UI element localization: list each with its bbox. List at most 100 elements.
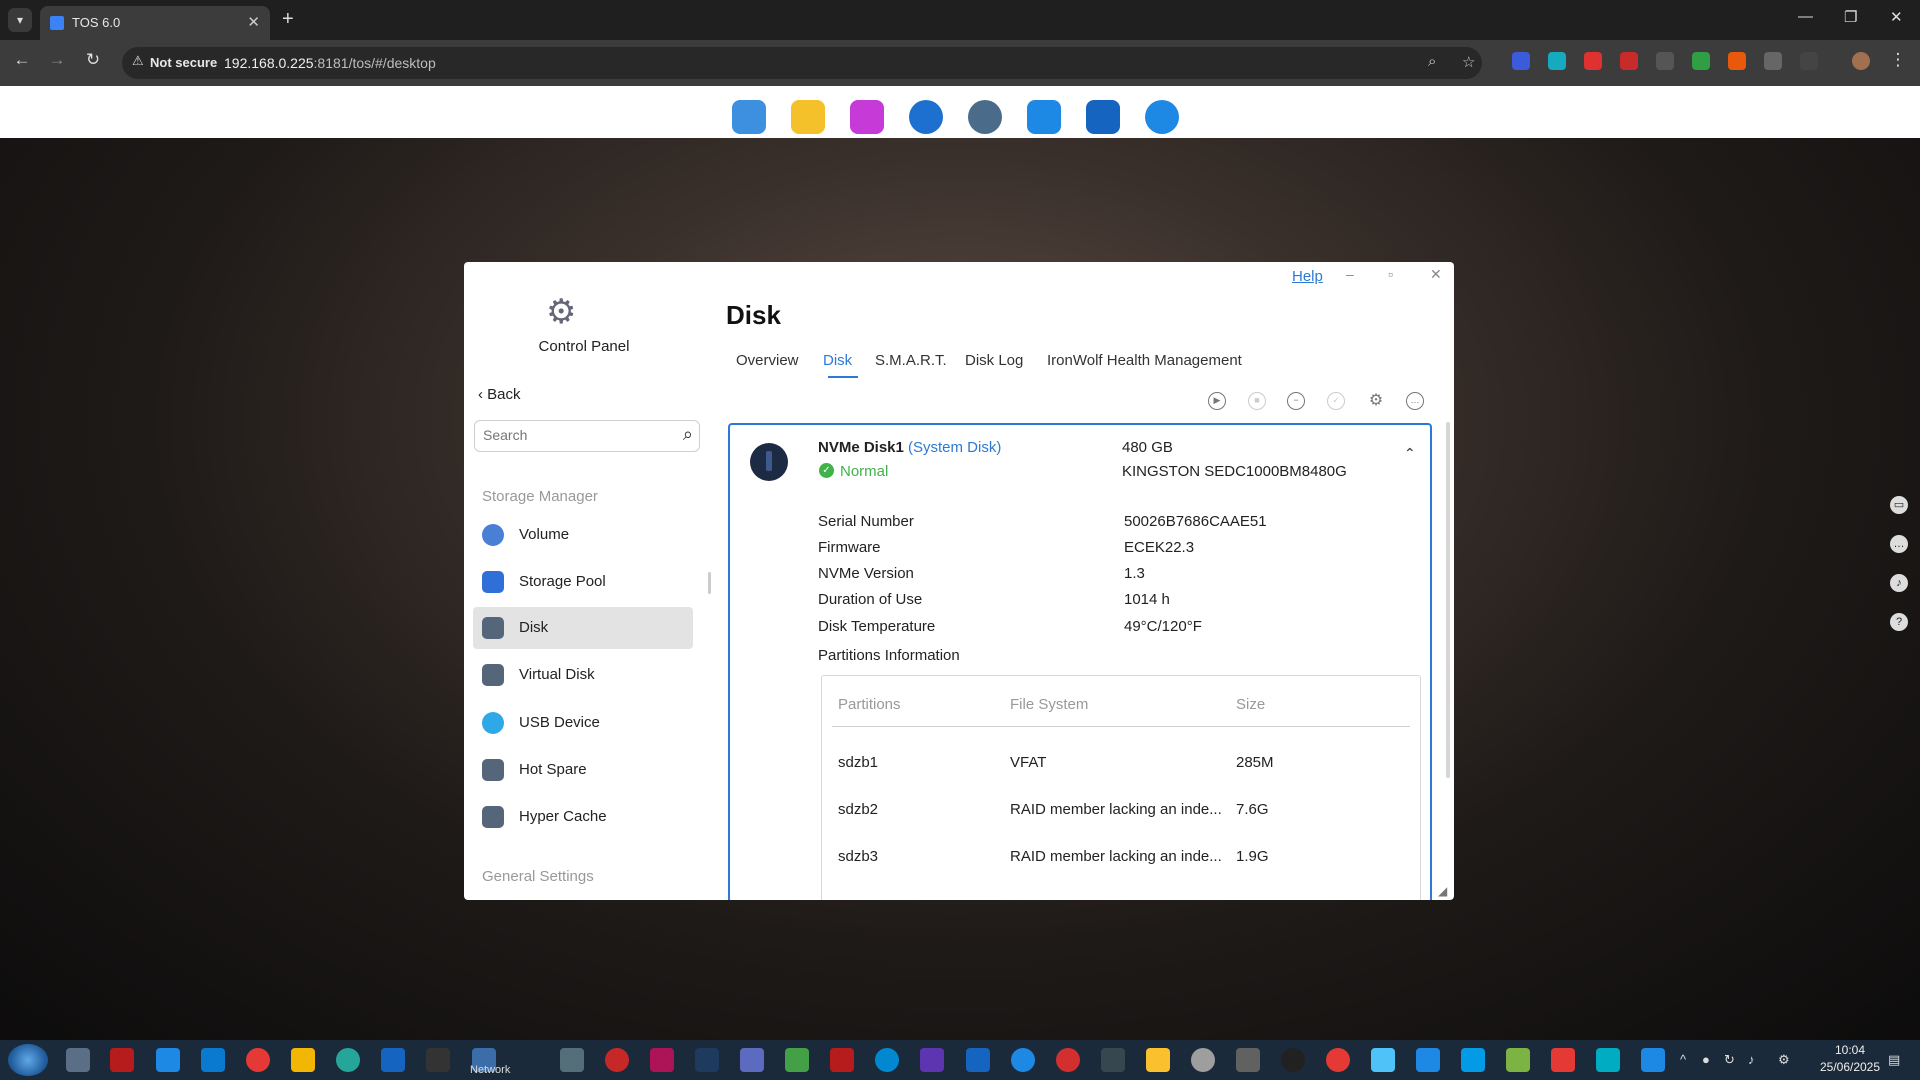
taskbar-app-icon[interactable]: [966, 1048, 990, 1072]
taskbar-app-icon[interactable]: [875, 1048, 899, 1072]
settings-tray-icon[interactable]: ⚙: [1778, 1052, 1790, 1068]
store-dock-icon[interactable]: [1027, 100, 1061, 134]
more-icon[interactable]: …: [1406, 392, 1424, 410]
taskbar-app-icon[interactable]: [560, 1048, 584, 1072]
stop-icon[interactable]: ■: [1248, 392, 1266, 410]
search-icon[interactable]: ⌕: [683, 424, 693, 445]
browser-tab[interactable]: TOS 6.0 ✕: [40, 6, 270, 40]
clock-time[interactable]: 10:04: [1820, 1043, 1880, 1057]
resize-handle-icon[interactable]: ◢: [1438, 884, 1447, 898]
address-bar[interactable]: ⚠ Not secure 192.168.0.225:8181/tos/#/de…: [122, 47, 1482, 79]
close-window-icon[interactable]: ✕: [1890, 8, 1903, 26]
tab-disk-log[interactable]: Disk Log: [965, 352, 1023, 369]
teams-icon[interactable]: [920, 1048, 944, 1072]
taskbar-app-icon[interactable]: [1641, 1048, 1665, 1072]
taskbar-app-icon[interactable]: [201, 1048, 225, 1072]
taskbar-app-icon[interactable]: [650, 1048, 674, 1072]
support-dock-icon[interactable]: [1145, 100, 1179, 134]
chrome-icon[interactable]: [246, 1048, 270, 1072]
back-button[interactable]: ‹ Back: [478, 386, 521, 403]
tab-close-icon[interactable]: ✕: [247, 13, 260, 31]
collapse-chevron-icon[interactable]: ⌃: [1404, 445, 1416, 462]
remove-icon[interactable]: −: [1287, 392, 1305, 410]
sync-icon[interactable]: ↻: [1724, 1052, 1735, 1068]
extension-orange-icon[interactable]: [1728, 52, 1746, 70]
opera-icon[interactable]: [1326, 1048, 1350, 1072]
search-box[interactable]: ⌕: [474, 420, 700, 452]
taskbar-app-icon[interactable]: [830, 1048, 854, 1072]
tab-ironwolf[interactable]: IronWolf Health Management: [1047, 352, 1242, 369]
extension-red-icon[interactable]: [1584, 52, 1602, 70]
taskbar-app-icon[interactable]: [1596, 1048, 1620, 1072]
tab-smart[interactable]: S.M.A.R.T.: [875, 352, 947, 369]
bookmark-star-icon[interactable]: ☆: [1462, 53, 1475, 71]
sidebar-item-disk[interactable]: Disk: [473, 607, 693, 649]
settings-dock-icon[interactable]: [968, 100, 1002, 134]
tab-overview[interactable]: Overview: [736, 352, 799, 369]
tab-disk[interactable]: Disk: [823, 352, 852, 369]
main-scrollbar[interactable]: [1446, 422, 1450, 778]
app-center-dock-icon[interactable]: [850, 100, 884, 134]
sidebar-item-storage-pool[interactable]: Storage Pool: [473, 561, 693, 603]
sidebar-scrollbar[interactable]: [708, 572, 711, 594]
taskbar-app-icon[interactable]: [1146, 1048, 1170, 1072]
reload-icon[interactable]: ↻: [80, 50, 106, 70]
check-icon[interactable]: ✓: [1327, 392, 1345, 410]
file-explorer-icon[interactable]: [291, 1048, 315, 1072]
taskbar-app-icon[interactable]: [66, 1048, 90, 1072]
sidebar-item-virtual-disk[interactable]: Virtual Disk: [473, 654, 693, 696]
clock-date[interactable]: 25/06/2025: [1812, 1060, 1888, 1074]
zoom-app-icon[interactable]: [1011, 1048, 1035, 1072]
taskbar-app-icon[interactable]: [1101, 1048, 1125, 1072]
taskbar-app-icon[interactable]: [1506, 1048, 1530, 1072]
taskbar-app-icon[interactable]: [1461, 1048, 1485, 1072]
calculator-icon[interactable]: [1416, 1048, 1440, 1072]
notifications-icon[interactable]: ▤: [1888, 1052, 1900, 1068]
new-tab-icon[interactable]: +: [282, 8, 294, 30]
download-icon[interactable]: [1656, 52, 1674, 70]
extension-icon[interactable]: [1512, 52, 1530, 70]
taskbar-app-icon[interactable]: [740, 1048, 764, 1072]
taskbar-app-icon[interactable]: [1236, 1048, 1260, 1072]
sidebar-item-hot-spare[interactable]: Hot Spare: [473, 749, 693, 791]
microphone-icon[interactable]: ●: [1702, 1052, 1710, 1067]
back-arrow-icon[interactable]: ←: [9, 50, 35, 70]
disk-card[interactable]: NVMe Disk1 (System Disk) ✓ Normal 480 GB…: [728, 423, 1432, 900]
backup-dock-icon[interactable]: [909, 100, 943, 134]
notification-bell-icon[interactable]: ♪: [1890, 574, 1908, 592]
help-circle-icon[interactable]: ?: [1890, 613, 1908, 631]
search-input[interactable]: [483, 427, 663, 443]
taskbar-app-icon[interactable]: [336, 1048, 360, 1072]
extension-gray-icon[interactable]: [1764, 52, 1782, 70]
docker-dock-icon[interactable]: [1086, 100, 1120, 134]
browser-menu-icon[interactable]: ⋮: [1885, 50, 1911, 70]
adblock-icon[interactable]: [1620, 52, 1638, 70]
taskbar-app-icon[interactable]: [695, 1048, 719, 1072]
sidebar-item-volume[interactable]: Volume: [473, 514, 693, 556]
tab-search-icon[interactable]: ▾: [8, 8, 32, 32]
forward-arrow-icon[interactable]: →: [44, 50, 70, 70]
url-text[interactable]: 192.168.0.225:8181/tos/#/desktop: [224, 55, 436, 71]
not-secure-label[interactable]: Not secure: [150, 55, 217, 70]
profile-avatar[interactable]: [1852, 52, 1870, 70]
tray-chevron-icon[interactable]: ^: [1680, 1052, 1686, 1067]
minimize-icon[interactable]: —: [1798, 8, 1813, 25]
play-icon[interactable]: ▶: [1208, 392, 1226, 410]
taskbar-app-icon[interactable]: [1371, 1048, 1395, 1072]
sidebar-item-usb-device[interactable]: USB Device: [473, 702, 693, 744]
taskbar-app-icon[interactable]: [381, 1048, 405, 1072]
restore-icon[interactable]: ❐: [1844, 8, 1857, 26]
file-manager-dock-icon[interactable]: [791, 100, 825, 134]
taskbar-app-icon[interactable]: [605, 1048, 629, 1072]
volume-speaker-icon[interactable]: ♪: [1748, 1052, 1755, 1067]
monitor-icon[interactable]: ▭: [1890, 496, 1908, 514]
chat-icon[interactable]: …: [1890, 535, 1908, 553]
control-panel-dock-icon[interactable]: [732, 100, 766, 134]
start-button[interactable]: [8, 1044, 48, 1076]
taskbar-app-icon[interactable]: [156, 1048, 180, 1072]
sidebar-item-hyper-cache[interactable]: Hyper Cache: [473, 796, 693, 838]
extensions-puzzle-icon[interactable]: [1800, 52, 1818, 70]
extension-green-icon[interactable]: [1692, 52, 1710, 70]
taskbar-app-icon[interactable]: [1281, 1048, 1305, 1072]
gear-icon[interactable]: ⚙: [1367, 392, 1385, 410]
